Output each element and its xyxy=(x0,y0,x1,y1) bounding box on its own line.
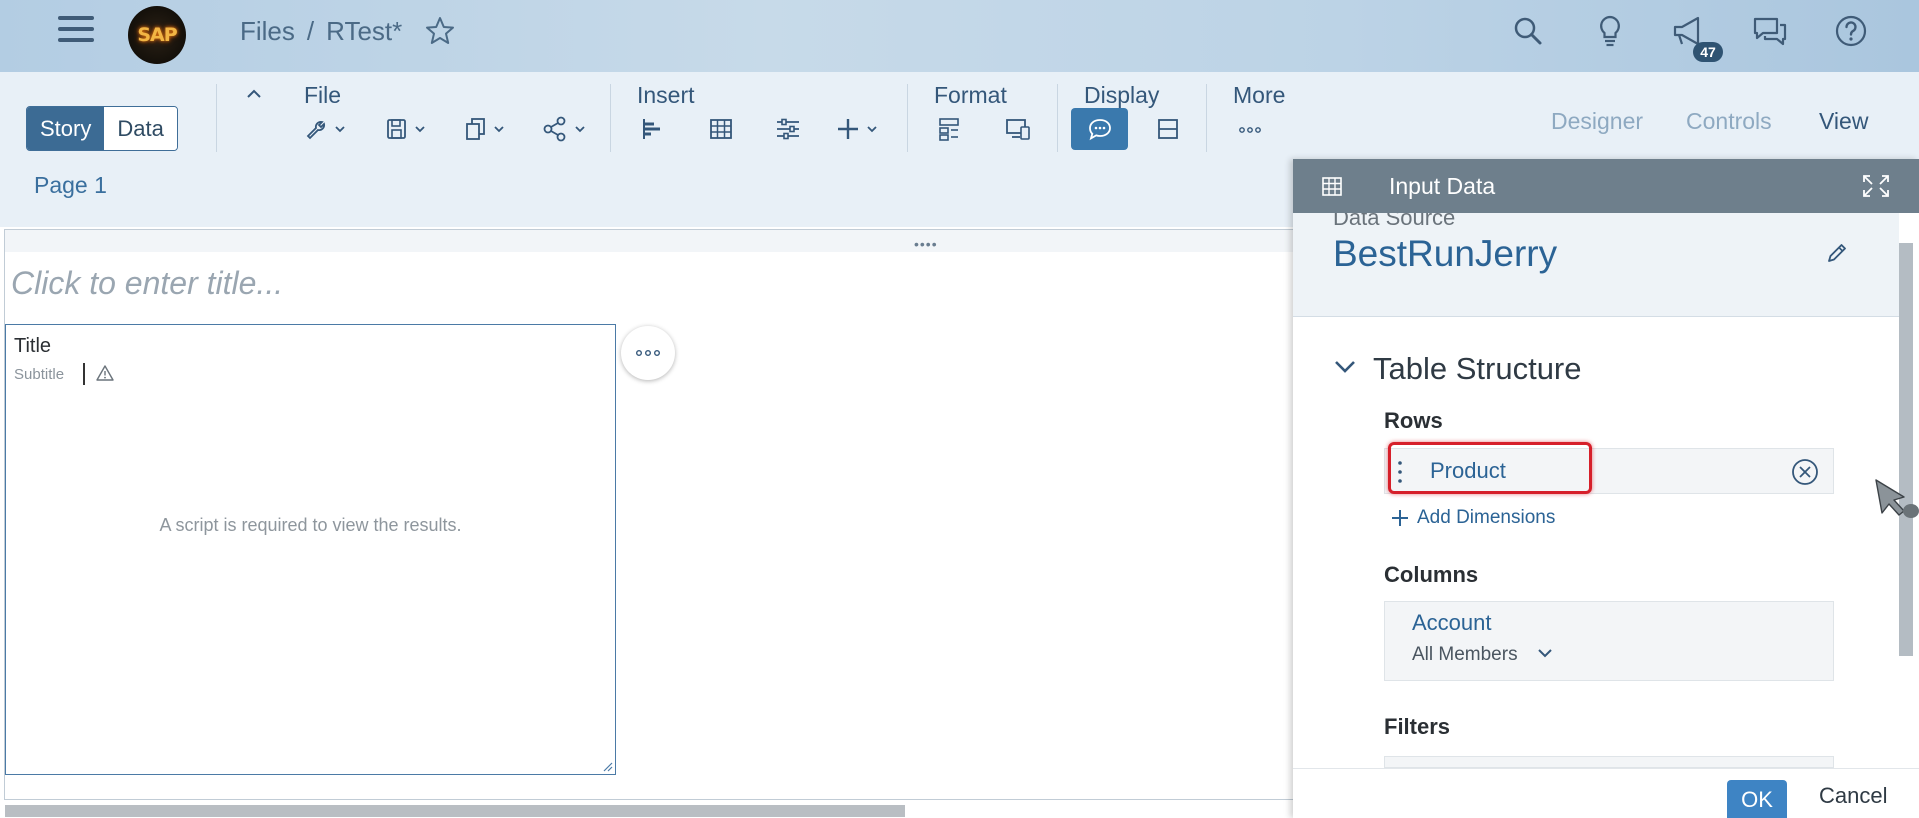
filters-drop-area[interactable] xyxy=(1384,756,1834,768)
star-icon[interactable] xyxy=(424,15,456,47)
menu-icon[interactable] xyxy=(58,16,94,46)
expand-icon[interactable] xyxy=(1861,173,1891,199)
toolbar-divider xyxy=(1206,84,1207,152)
page-tab[interactable]: Page 1 xyxy=(34,172,107,199)
input-control-icon[interactable] xyxy=(774,116,802,142)
more-overflow-icon[interactable] xyxy=(1237,116,1263,142)
collapse-toolbar-icon[interactable] xyxy=(244,84,264,104)
shell-bar: SAP Files / RTest* 47 xyxy=(0,0,1919,72)
tools-menu-icon[interactable] xyxy=(304,116,350,142)
add-menu-icon[interactable] xyxy=(836,116,884,142)
panel-layout-icon[interactable] xyxy=(1155,116,1181,142)
cancel-button[interactable]: Cancel xyxy=(1819,783,1887,809)
data-source-name: BestRunJerry xyxy=(1333,233,1558,274)
widget-more-button[interactable] xyxy=(621,326,675,380)
tab-controls[interactable]: Controls xyxy=(1686,108,1772,135)
chevron-down-icon[interactable] xyxy=(1537,646,1553,660)
panel-title: Input Data xyxy=(1389,173,1496,199)
breadcrumb-separator: / xyxy=(306,16,315,46)
filters-label: Filters xyxy=(1384,714,1451,739)
drag-handle-icon[interactable]: •••• xyxy=(914,236,938,252)
layout-icon[interactable] xyxy=(937,116,961,142)
table-icon xyxy=(1322,177,1342,196)
column-dimension-account[interactable]: Account All Members xyxy=(1384,601,1834,681)
story-canvas: •••• Click to enter title... Title Subti… xyxy=(4,229,1300,817)
widget-title[interactable]: Title xyxy=(14,335,51,358)
comments-toggle-button[interactable] xyxy=(1071,108,1128,150)
format-group-label: Format xyxy=(934,82,1007,108)
page-title-input[interactable]: Click to enter title... xyxy=(11,265,283,302)
data-source-label: Data Source xyxy=(1333,213,1456,230)
rows-label: Rows xyxy=(1384,408,1443,433)
save-menu-icon[interactable] xyxy=(384,116,430,142)
canvas-header-strip: •••• xyxy=(5,230,1299,252)
help-icon[interactable] xyxy=(1833,13,1869,49)
remove-circle-icon[interactable] xyxy=(1791,458,1819,486)
plus-icon xyxy=(1392,510,1408,526)
toolbar-divider xyxy=(610,84,611,152)
lightbulb-icon[interactable] xyxy=(1592,13,1628,49)
ok-button[interactable]: OK xyxy=(1727,780,1787,818)
panel-footer: OK Cancel xyxy=(1293,768,1919,818)
more-dots-icon xyxy=(636,350,661,356)
mouse-pointer-icon xyxy=(1875,479,1919,518)
columns-label: Columns xyxy=(1384,562,1479,587)
script-widget[interactable]: Title Subtitle A script is required to v… xyxy=(5,324,616,775)
comment-icon xyxy=(1088,119,1111,141)
text-caret xyxy=(83,363,85,385)
story-mode-button[interactable]: Story xyxy=(27,107,105,150)
insert-group-label: Insert xyxy=(637,82,695,108)
dimension-name[interactable]: Account xyxy=(1412,610,1492,636)
chevron-down-icon[interactable] xyxy=(1333,355,1357,379)
tab-view[interactable]: View xyxy=(1819,108,1868,135)
logo-text: SAP xyxy=(137,24,177,46)
add-dimensions-label: Add Dimensions xyxy=(1417,507,1556,528)
edit-pencil-icon[interactable] xyxy=(1825,241,1849,265)
device-preview-icon[interactable] xyxy=(1005,116,1031,142)
toolbar-divider xyxy=(907,84,908,152)
warning-icon xyxy=(96,365,114,381)
horizontal-scrollbar[interactable] xyxy=(5,805,905,817)
share-menu-icon[interactable] xyxy=(542,116,590,142)
story-data-switch: Story Data xyxy=(26,106,178,151)
input-data-panel: Input Data Data Source BestRunJerry Tabl… xyxy=(1293,159,1919,818)
panel-scrollbar[interactable] xyxy=(1899,243,1913,656)
sap-logo[interactable]: SAP xyxy=(128,6,186,64)
table-structure-title[interactable]: Table Structure xyxy=(1373,351,1582,387)
breadcrumb: Files / RTest* xyxy=(240,16,402,47)
widget-message: A script is required to view the results… xyxy=(159,515,462,535)
data-mode-button[interactable]: Data xyxy=(104,107,177,150)
panel-header: Input Data xyxy=(1293,159,1919,213)
chart-icon[interactable] xyxy=(640,116,666,142)
feedback-icon[interactable] xyxy=(1752,13,1788,49)
tab-designer[interactable]: Designer xyxy=(1551,108,1643,135)
widget-subtitle[interactable]: Subtitle xyxy=(14,366,64,383)
toolbar-divider xyxy=(216,84,217,152)
annotation-highlight-box xyxy=(1388,442,1592,494)
notification-badge: 47 xyxy=(1693,42,1723,62)
copy-menu-icon[interactable] xyxy=(463,116,509,142)
breadcrumb-current: RTest* xyxy=(326,16,403,46)
members-filter[interactable]: All Members xyxy=(1412,644,1518,666)
data-source-box: Data Source BestRunJerry xyxy=(1293,213,1899,317)
resize-handle-icon[interactable] xyxy=(601,760,613,772)
more-group-label: More xyxy=(1233,82,1286,108)
breadcrumb-files[interactable]: Files xyxy=(240,16,295,47)
display-group-label: Display xyxy=(1084,82,1160,108)
file-group-label: File xyxy=(304,82,342,108)
toolbar-divider xyxy=(1057,84,1058,152)
add-dimensions-link[interactable]: Add Dimensions xyxy=(1391,507,1555,529)
table-icon[interactable] xyxy=(708,116,734,142)
search-icon[interactable] xyxy=(1510,13,1546,49)
